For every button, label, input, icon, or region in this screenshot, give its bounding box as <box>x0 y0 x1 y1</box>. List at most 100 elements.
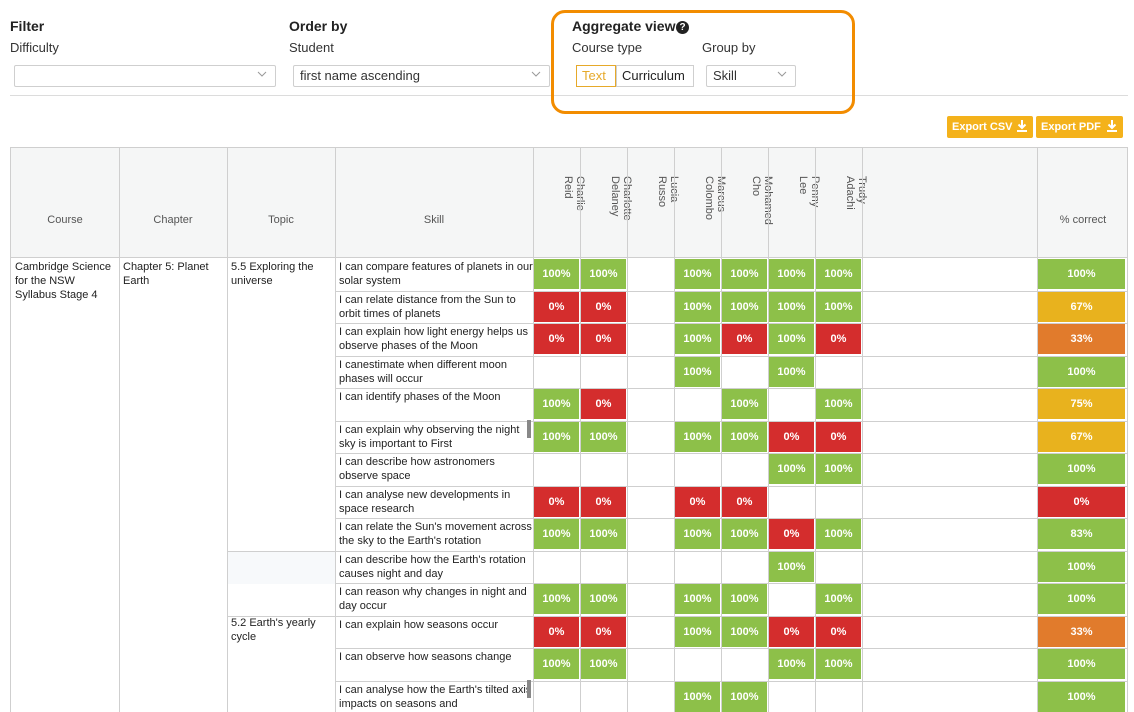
percent-correct-cell: 33% <box>1038 617 1125 647</box>
student-header: Mohamed Cho <box>750 176 774 225</box>
score-cell[interactable]: 100% <box>816 454 861 484</box>
chevron-down-icon <box>531 71 541 77</box>
score-cell[interactable]: 0% <box>816 422 861 452</box>
score-cell[interactable]: 0% <box>816 324 861 354</box>
percent-correct-cell: 100% <box>1038 649 1125 679</box>
score-cell[interactable]: 0% <box>534 487 579 517</box>
score-cell[interactable]: 100% <box>534 422 579 452</box>
score-cell[interactable]: 100% <box>581 649 626 679</box>
text-scroll-indicator[interactable] <box>527 420 531 438</box>
percent-correct-cell: 67% <box>1038 292 1125 322</box>
score-cell[interactable]: 0% <box>816 617 861 647</box>
score-cell[interactable]: 0% <box>581 617 626 647</box>
score-cell[interactable]: 100% <box>769 454 814 484</box>
chapter-cell: Chapter 5: Planet Earth <box>123 261 209 287</box>
row-divider <box>335 648 1127 649</box>
score-cell[interactable]: 100% <box>816 649 861 679</box>
score-cell[interactable]: 100% <box>769 292 814 322</box>
score-cell[interactable]: 100% <box>581 584 626 614</box>
download-icon <box>1017 120 1027 132</box>
score-cell[interactable]: 0% <box>534 324 579 354</box>
score-cell[interactable]: 100% <box>675 357 720 387</box>
score-cell[interactable]: 100% <box>769 324 814 354</box>
score-cell[interactable]: 100% <box>769 259 814 289</box>
score-cell[interactable]: 100% <box>816 292 861 322</box>
student-order-select[interactable]: first name ascending <box>293 65 550 87</box>
student-header: Charlie Reid <box>562 176 586 211</box>
score-cell[interactable]: 0% <box>534 292 579 322</box>
score-cell[interactable]: 100% <box>675 422 720 452</box>
score-cell[interactable]: 100% <box>534 649 579 679</box>
score-cell[interactable]: 0% <box>581 487 626 517</box>
score-cell[interactable]: 100% <box>722 519 767 549</box>
score-cell[interactable]: 100% <box>675 584 720 614</box>
question-circle-icon[interactable]: ? <box>676 21 689 34</box>
percent-correct-cell: 100% <box>1038 454 1125 484</box>
topic-column-header: Topic <box>268 214 294 226</box>
skill-cell: I canestimate when different moon phases… <box>339 359 507 385</box>
score-cell[interactable]: 100% <box>722 682 767 712</box>
score-cell[interactable]: 0% <box>769 617 814 647</box>
score-cell[interactable]: 100% <box>722 422 767 452</box>
score-cell[interactable]: 100% <box>675 617 720 647</box>
score-cell[interactable]: 100% <box>722 584 767 614</box>
group-by-label: Group by <box>702 40 756 55</box>
row-divider <box>335 551 1127 552</box>
score-cell[interactable]: 0% <box>722 487 767 517</box>
score-cell[interactable]: 0% <box>534 617 579 647</box>
score-cell[interactable]: 100% <box>581 259 626 289</box>
score-cell[interactable]: 100% <box>675 292 720 322</box>
aggregate-view-title: Aggregate view <box>572 18 676 34</box>
percent-correct-cell: 100% <box>1038 584 1125 614</box>
score-cell[interactable]: 100% <box>722 617 767 647</box>
topic-divider <box>227 616 335 617</box>
student-header: Trudy Adachi <box>844 176 868 210</box>
score-cell[interactable]: 100% <box>534 389 579 419</box>
score-cell[interactable]: 100% <box>722 259 767 289</box>
percent-correct-cell: 100% <box>1038 259 1125 289</box>
score-cell[interactable]: 100% <box>581 422 626 452</box>
score-cell[interactable]: 100% <box>816 259 861 289</box>
score-cell[interactable]: 100% <box>769 357 814 387</box>
skill-cell: I can describe how the Earth's rotation … <box>339 554 526 580</box>
skill-column-header: Skill <box>423 214 445 226</box>
course-column-header: Course <box>47 214 83 226</box>
export-csv-button[interactable]: Export CSV <box>947 116 1033 138</box>
score-cell[interactable]: 100% <box>534 584 579 614</box>
difficulty-select[interactable] <box>14 65 276 87</box>
course-type-curriculum-option[interactable]: Curriculum <box>616 65 694 87</box>
score-cell[interactable]: 100% <box>581 519 626 549</box>
course-type-text-option[interactable]: Text <box>576 65 616 87</box>
score-cell[interactable]: 100% <box>675 259 720 289</box>
score-cell[interactable]: 0% <box>769 519 814 549</box>
score-cell[interactable]: 100% <box>534 519 579 549</box>
score-cell[interactable]: 100% <box>769 552 814 582</box>
chevron-down-icon <box>257 71 267 77</box>
score-cell[interactable]: 100% <box>722 389 767 419</box>
student-header: Lucia Russo <box>656 176 680 208</box>
score-cell[interactable]: 0% <box>675 487 720 517</box>
group-by-select[interactable]: Skill <box>706 65 796 87</box>
skill-cell: I can explain why observing the night sk… <box>339 424 520 450</box>
score-cell[interactable]: 0% <box>581 292 626 322</box>
export-pdf-button[interactable]: Export PDF <box>1036 116 1123 138</box>
order-by-title: Order by <box>289 18 348 34</box>
score-cell[interactable]: 0% <box>581 389 626 419</box>
score-cell[interactable]: 0% <box>581 324 626 354</box>
text-scroll-indicator[interactable] <box>527 680 531 698</box>
score-cell[interactable]: 0% <box>722 324 767 354</box>
score-cell[interactable]: 0% <box>769 422 814 452</box>
course-cell: Cambridge Science for the NSW Syllabus S… <box>15 261 111 301</box>
score-cell[interactable]: 100% <box>816 519 861 549</box>
empty-topic-cell <box>228 552 335 584</box>
difficulty-label: Difficulty <box>10 40 59 55</box>
score-cell[interactable]: 100% <box>675 519 720 549</box>
score-cell[interactable]: 100% <box>675 682 720 712</box>
score-cell[interactable]: 100% <box>675 324 720 354</box>
score-cell[interactable]: 100% <box>816 389 861 419</box>
skill-cell: I can analyse how the Earth's tilted axi… <box>339 684 532 710</box>
score-cell[interactable]: 100% <box>534 259 579 289</box>
score-cell[interactable]: 100% <box>722 292 767 322</box>
score-cell[interactable]: 100% <box>769 649 814 679</box>
score-cell[interactable]: 100% <box>816 584 861 614</box>
